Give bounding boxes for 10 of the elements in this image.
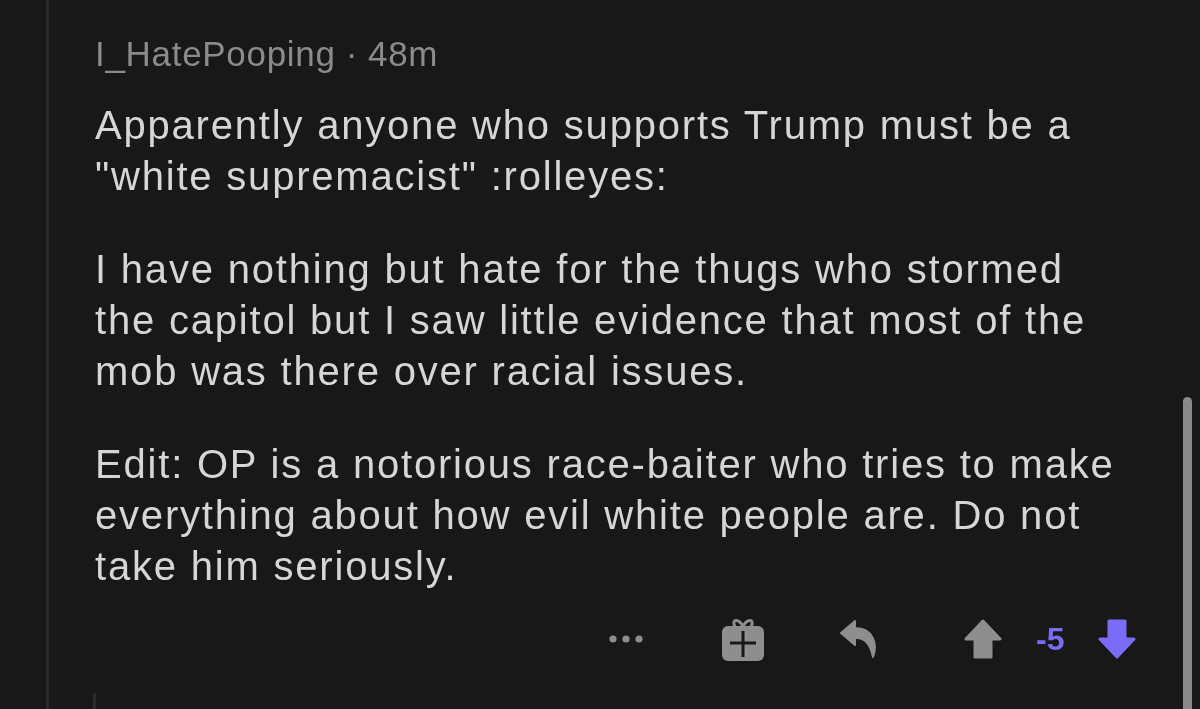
comment-paragraph: Apparently anyone who supports Trump must be a "white supremacist" :rolleyes:: [95, 102, 1073, 200]
meta-separator: ·: [345, 34, 359, 74]
ellipsis-icon: [609, 635, 643, 643]
comment-paragraph: Edit: OP is a notorious race-baiter who tries to make everything about how evil white people are. Do not take him seriously.: [95, 441, 1116, 590]
scrollbar-thumb[interactable]: [1183, 397, 1192, 709]
vote-score: -5: [1036, 620, 1065, 659]
comment-author[interactable]: I_HatePooping: [95, 34, 336, 74]
comment-paragraph: I have nothing but hate for the thugs who stormed the capitol but I saw little evidence that most of the mob was there over racial issues.: [95, 246, 1088, 395]
comment-age: 48m: [368, 34, 439, 74]
gift-icon: [722, 617, 764, 661]
